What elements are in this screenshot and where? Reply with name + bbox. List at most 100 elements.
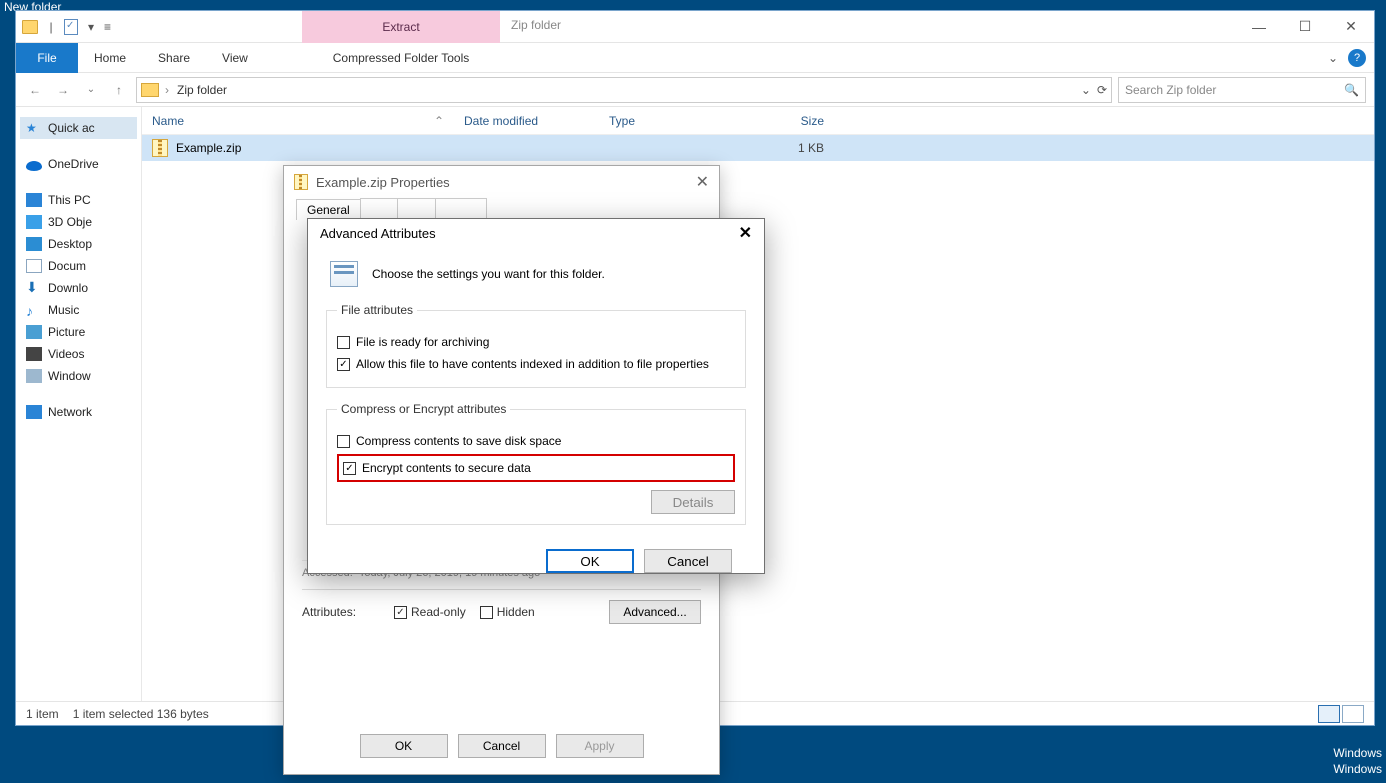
sidebar-item-pictures[interactable]: Picture: [20, 321, 137, 343]
hidden-checkbox[interactable]: Hidden: [480, 605, 535, 619]
folder-icon: [22, 20, 38, 34]
file-row[interactable]: Example.zip 1 KB: [142, 135, 1374, 161]
sidebar-item-quick-access[interactable]: ★Quick ac: [20, 117, 137, 139]
sidebar-item-3d-objects[interactable]: 3D Obje: [20, 211, 137, 233]
dialog-title: Advanced Attributes: [320, 226, 436, 241]
column-size[interactable]: Size: [744, 114, 834, 128]
checkbox-label: Read-only: [411, 605, 466, 619]
attributes-row: Attributes: ✓Read-only Hidden Advanced..…: [302, 600, 701, 624]
search-input[interactable]: Search Zip folder 🔍: [1118, 77, 1366, 103]
tab-general[interactable]: General: [296, 199, 361, 220]
address-bar[interactable]: › Zip folder ⌄ ⟳: [136, 77, 1112, 103]
thumbnails-view-button[interactable]: [1342, 705, 1364, 723]
column-type[interactable]: Type: [599, 114, 744, 128]
address-dropdown-icon[interactable]: ⌄: [1081, 83, 1091, 97]
file-size: 1 KB: [744, 141, 834, 155]
sidebar-item-music[interactable]: ♪ Music: [20, 299, 137, 321]
cancel-button[interactable]: Cancel: [644, 549, 732, 573]
sidebar-item-label: Window: [48, 369, 91, 383]
explorer-titlebar[interactable]: | ▾ ≡ Extract Zip folder — ☐ ✕: [16, 11, 1374, 43]
window-title: Zip folder: [511, 18, 561, 32]
properties-titlebar[interactable]: Example.zip Properties ✕: [284, 166, 719, 198]
sidebar-item-downloads[interactable]: ⬇Downlo: [20, 277, 137, 299]
sidebar-item-network[interactable]: Network: [20, 401, 137, 423]
compress-checkbox[interactable]: Compress contents to save disk space: [337, 430, 735, 452]
checkbox-label: Compress contents to save disk space: [356, 434, 561, 448]
compressed-folder-tools-tab[interactable]: Compressed Folder Tools: [302, 51, 500, 65]
group-label: File attributes: [337, 303, 417, 317]
dialog-title: Example.zip Properties: [316, 175, 450, 190]
file-tab[interactable]: File: [16, 43, 78, 73]
search-icon[interactable]: 🔍: [1344, 83, 1359, 97]
up-button[interactable]: ↑: [108, 79, 130, 101]
sidebar-item-label: Downlo: [48, 281, 88, 295]
address-row: ← → ⌄ ↑ › Zip folder ⌄ ⟳ Search Zip fold…: [16, 73, 1374, 107]
qat-separator: |: [46, 20, 56, 34]
share-tab[interactable]: Share: [142, 43, 206, 73]
ok-button[interactable]: OK: [360, 734, 448, 758]
advanced-titlebar[interactable]: Advanced Attributes ✕: [308, 219, 764, 247]
attributes-label: Attributes:: [302, 605, 380, 619]
advanced-attributes-dialog: Advanced Attributes ✕ Choose the setting…: [307, 218, 765, 574]
home-tab[interactable]: Home: [78, 43, 142, 73]
breadcrumb-sep-icon: ›: [165, 83, 169, 97]
tab-hidden-3[interactable]: [435, 198, 487, 219]
objects-icon: [26, 215, 42, 229]
column-name[interactable]: Name⌃: [142, 114, 454, 128]
sidebar-item-label: Network: [48, 405, 92, 419]
sidebar-item-label: Music: [48, 303, 79, 317]
status-selection: 1 item selected 136 bytes: [73, 707, 209, 721]
videos-icon: [26, 347, 42, 361]
sidebar-item-documents[interactable]: Docum: [20, 255, 137, 277]
help-icon[interactable]: ?: [1348, 49, 1366, 67]
quick-access-toolbar: | ▾ ≡: [16, 11, 117, 42]
maximize-button[interactable]: ☐: [1282, 11, 1328, 42]
music-icon: ♪: [26, 303, 42, 317]
view-tab[interactable]: View: [206, 43, 264, 73]
back-button[interactable]: ←: [24, 79, 46, 101]
apply-button[interactable]: Apply: [556, 734, 644, 758]
readonly-checkbox[interactable]: ✓Read-only: [394, 605, 466, 619]
sidebar-item-this-pc[interactable]: This PC: [20, 189, 137, 211]
details-view-button[interactable]: [1318, 705, 1340, 723]
window-controls: — ☐ ✕: [1236, 11, 1374, 42]
minimize-button[interactable]: —: [1236, 11, 1282, 42]
ribbon-expand-icon[interactable]: ⌄: [1328, 51, 1338, 65]
recent-dropdown-icon[interactable]: ⌄: [80, 79, 102, 101]
close-icon[interactable]: ✕: [739, 223, 752, 243]
qat-overflow-icon[interactable]: ≡: [104, 20, 111, 34]
index-checkbox[interactable]: ✓Allow this file to have contents indexe…: [337, 353, 735, 375]
archive-checkbox[interactable]: File is ready for archiving: [337, 331, 735, 353]
properties-icon[interactable]: [64, 19, 78, 35]
properties-tabs: General: [296, 198, 707, 220]
encrypt-checkbox[interactable]: ✓Encrypt contents to secure data: [343, 457, 729, 479]
qat-dropdown-icon[interactable]: ▾: [86, 20, 96, 34]
ok-button[interactable]: OK: [546, 549, 634, 573]
properties-buttons: OK Cancel Apply: [284, 722, 719, 774]
advanced-button[interactable]: Advanced...: [609, 600, 701, 624]
forward-button[interactable]: →: [52, 79, 74, 101]
column-date[interactable]: Date modified: [454, 114, 599, 128]
checkbox-label: File is ready for archiving: [356, 335, 489, 349]
windows-watermark: Windows Windows: [1333, 745, 1382, 777]
checkbox-label: Allow this file to have contents indexed…: [356, 357, 709, 371]
refresh-icon[interactable]: ⟳: [1097, 83, 1107, 97]
search-placeholder: Search Zip folder: [1125, 83, 1216, 97]
tab-hidden-2[interactable]: [397, 198, 436, 219]
sidebar-item-desktop[interactable]: Desktop: [20, 233, 137, 255]
sidebar-item-windows[interactable]: Window: [20, 365, 137, 387]
sidebar-item-onedrive[interactable]: OneDrive: [20, 153, 137, 175]
details-button[interactable]: Details: [651, 490, 735, 514]
sidebar-item-label: Picture: [48, 325, 85, 339]
breadcrumb-location[interactable]: Zip folder: [175, 83, 229, 97]
cancel-button[interactable]: Cancel: [458, 734, 546, 758]
sidebar-item-label: OneDrive: [48, 157, 99, 171]
close-button[interactable]: ✕: [1328, 11, 1374, 42]
sidebar-item-label: Videos: [48, 347, 84, 361]
tab-hidden-1[interactable]: [360, 198, 399, 219]
sidebar-item-videos[interactable]: Videos: [20, 343, 137, 365]
document-icon: [26, 259, 42, 273]
folder-settings-icon: [330, 261, 358, 287]
close-icon[interactable]: ✕: [696, 172, 709, 192]
dialog-intro: Choose the settings you want for this fo…: [326, 253, 746, 303]
